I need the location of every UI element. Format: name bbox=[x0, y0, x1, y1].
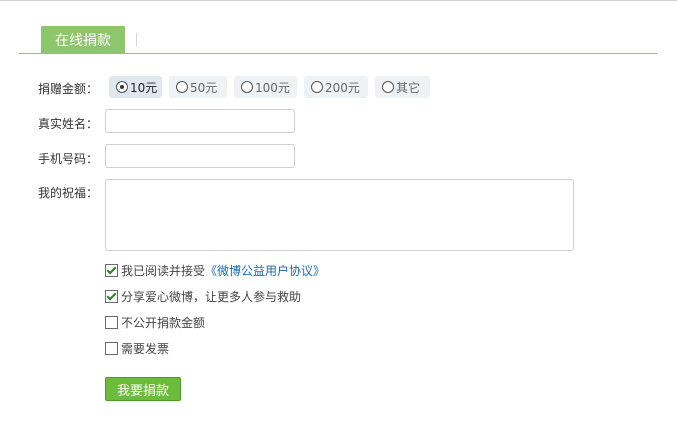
amount-option-label: 200元 bbox=[325, 80, 360, 95]
radio-icon bbox=[241, 81, 253, 93]
radio-icon bbox=[176, 81, 188, 93]
amount-option-50[interactable]: 50元 bbox=[169, 76, 227, 98]
wish-label: 我的祝福： bbox=[38, 186, 99, 200]
agreement-link[interactable]: 《微博公益用户协议》 bbox=[205, 262, 325, 279]
tab-separator bbox=[136, 33, 137, 46]
amount-option-200[interactable]: 200元 bbox=[304, 76, 368, 98]
amount-option-10[interactable]: 10元 bbox=[109, 76, 162, 98]
amount-option-100[interactable]: 100元 bbox=[234, 76, 297, 98]
phone-label: 手机号码： bbox=[38, 152, 99, 166]
amount-option-label: 10元 bbox=[130, 80, 158, 95]
real-name-input[interactable] bbox=[105, 109, 295, 133]
share-text: 分享爱心微博，让更多人参与救助 bbox=[121, 289, 302, 304]
amount-option-label: 其它 bbox=[396, 80, 421, 95]
share-row: 分享爱心微博，让更多人参与救助 bbox=[105, 288, 301, 304]
agreement-row: 我已阅读并接受 《微博公益用户协议》 bbox=[105, 262, 325, 278]
name-label: 真实姓名： bbox=[38, 117, 99, 131]
invoice-text: 需要发票 bbox=[121, 341, 170, 356]
anonymous-text: 不公开捐款金额 bbox=[121, 315, 206, 330]
agreement-text: 我已阅读并接受 bbox=[121, 263, 206, 278]
agreement-checkbox[interactable] bbox=[105, 263, 118, 277]
top-border bbox=[0, 0, 677, 1]
amount-label: 捐赠金额： bbox=[38, 82, 99, 96]
tab-label: 在线捐款 bbox=[55, 32, 111, 49]
anonymous-checkbox[interactable] bbox=[105, 315, 118, 329]
radio-icon bbox=[311, 81, 323, 93]
wish-textarea[interactable] bbox=[105, 179, 574, 251]
donate-button[interactable]: 我要捐款 bbox=[105, 377, 181, 401]
donate-button-label: 我要捐款 bbox=[116, 383, 169, 399]
radio-icon bbox=[382, 81, 394, 93]
anonymous-row: 不公开捐款金额 bbox=[105, 314, 205, 330]
invoice-row: 需要发票 bbox=[105, 340, 169, 356]
invoice-checkbox[interactable] bbox=[105, 341, 118, 355]
amount-option-other[interactable]: 其它 bbox=[375, 76, 430, 98]
amount-option-label: 100元 bbox=[255, 80, 290, 95]
share-checkbox[interactable] bbox=[105, 289, 118, 303]
tab-underline bbox=[19, 53, 657, 54]
tab-online-donation[interactable]: 在线捐款 bbox=[41, 26, 125, 53]
amount-option-label: 50元 bbox=[190, 80, 218, 95]
radio-selected-icon bbox=[116, 81, 128, 93]
phone-number-input[interactable] bbox=[105, 144, 295, 168]
